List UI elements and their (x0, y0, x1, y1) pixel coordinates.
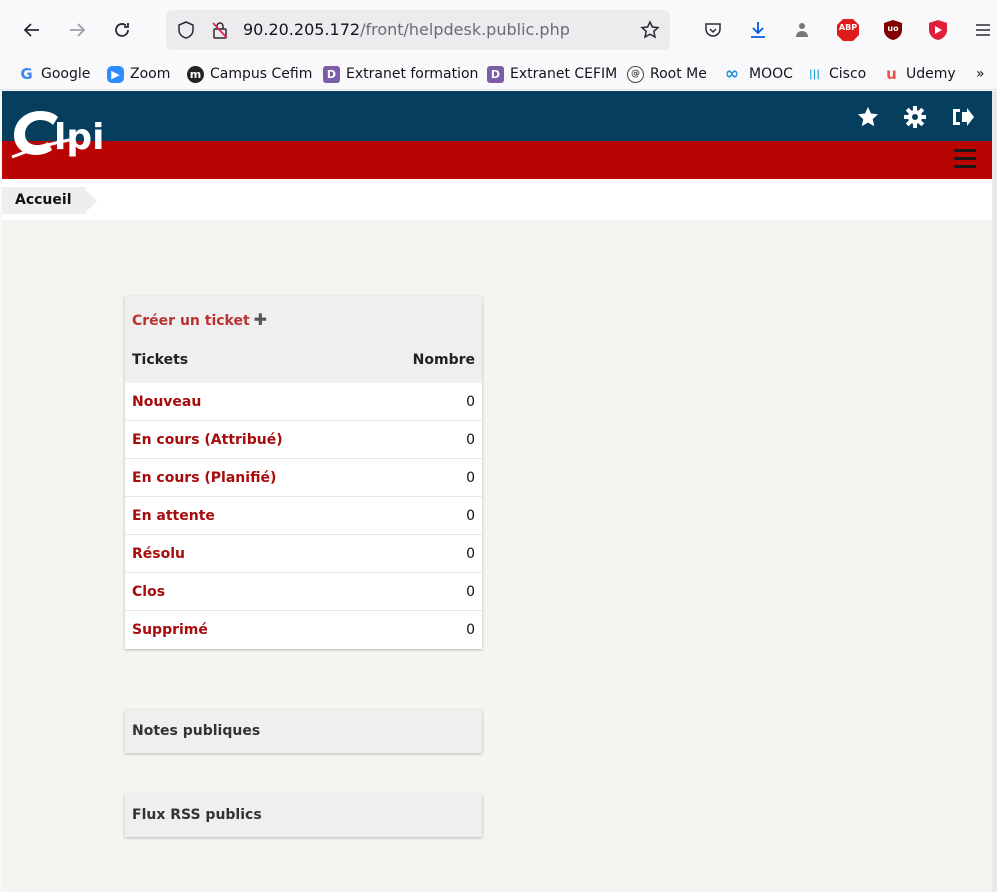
bookmark-campus-cefim[interactable]: m Campus Cefim (187, 63, 312, 85)
google-icon: G (20, 65, 33, 83)
moodle-icon: m (187, 65, 204, 83)
table-row: Nouveau 0 (125, 383, 482, 421)
logout-icon[interactable] (948, 103, 976, 131)
table-row: Clos 0 (125, 573, 482, 611)
bookmark-cisco[interactable]: ||| Cisco (806, 63, 866, 85)
insecure-lock-icon[interactable] (210, 20, 230, 40)
hamburger-menu-icon[interactable] (954, 149, 976, 169)
breadcrumb-home[interactable]: Accueil (2, 187, 86, 214)
bookmark-extranet-formation[interactable]: D Extranet formation (323, 63, 478, 85)
url-path: /front/helpdesk.public.php (360, 20, 570, 39)
bookmark-extranet-cefim[interactable]: D Extranet CEFIM (487, 63, 617, 85)
glpi-logo[interactable]: lpi (10, 103, 125, 167)
address-bar[interactable]: 90.20.205.172/front/helpdesk.public.php (166, 10, 670, 50)
tickets-panel: Créer un ticket ✚ Tickets Nombre Nouveau 0… (125, 296, 482, 649)
url-host: 90.20.205.172 (243, 20, 361, 39)
settings-gear-icon[interactable] (901, 103, 929, 131)
favorites-star-icon[interactable] (854, 103, 882, 131)
ublock-icon[interactable]: uo (880, 17, 906, 43)
bookmark-mooc[interactable]: ∞ MOOC (721, 63, 793, 85)
adblock-plus-icon[interactable]: ABP (835, 17, 861, 43)
bookmark-google[interactable]: G Google (18, 63, 90, 85)
bookmark-label: Google (41, 66, 91, 82)
bookmark-zoom[interactable]: ▶ Zoom (107, 63, 170, 85)
bookmark-label: Udemy (906, 66, 956, 82)
glpi-page: lpi Accueil Créer un ticket ✚ Tickets Nom… (2, 91, 992, 892)
ticket-count: 0 (466, 545, 475, 562)
bookmark-star-icon[interactable] (640, 20, 660, 40)
shield-icon[interactable] (176, 20, 196, 40)
back-arrow-icon (23, 23, 39, 37)
col-count: Nombre (412, 352, 475, 368)
public-rss-panel: Flux RSS publics (125, 794, 482, 837)
extranet-d-icon: D (323, 65, 340, 83)
create-ticket-label: Créer un ticket (132, 313, 250, 329)
header-menu-bar (2, 141, 992, 179)
bookmark-label: Extranet CEFIM (510, 66, 618, 82)
udemy-icon: u (886, 65, 897, 83)
cisco-icon: ||| (809, 68, 820, 80)
ticket-count: 0 (466, 622, 475, 638)
reload-icon (115, 23, 129, 37)
table-row: En cours (Attribué) 0 (125, 421, 482, 459)
browser-toolbar: 90.20.205.172/front/helpdesk.public.php … (0, 0, 997, 58)
back-button[interactable] (17, 15, 47, 45)
tickets-table-header: Tickets Nombre (125, 339, 482, 383)
infinity-icon: ∞ (724, 64, 740, 84)
create-ticket-link[interactable]: Créer un ticket ✚ (125, 296, 482, 339)
col-tickets: Tickets (132, 352, 189, 368)
bookmark-root-me[interactable]: @ Root Me (627, 63, 707, 85)
ticket-count: 0 (466, 393, 475, 410)
status-link-clos[interactable]: Clos (132, 584, 165, 600)
ublock-label: uo (887, 24, 899, 33)
bookmark-label: Zoom (130, 66, 171, 82)
ticket-count: 0 (466, 469, 475, 486)
page-scrollbar[interactable] (992, 91, 997, 892)
video-shield-icon[interactable] (925, 17, 951, 43)
bookmark-label: MOOC (749, 66, 793, 82)
table-row: En attente 0 (125, 497, 482, 535)
extranet-d-icon: D (487, 65, 504, 83)
public-notes-panel: Notes publiques (125, 710, 482, 753)
forward-button[interactable] (62, 15, 92, 45)
svg-text:lpi: lpi (54, 117, 104, 158)
bookmark-label: Cisco (829, 66, 867, 82)
public-rss-title[interactable]: Flux RSS publics (125, 794, 482, 837)
status-link-en-cours-attribue[interactable]: En cours (Attribué) (132, 432, 283, 448)
status-link-supprime[interactable]: Supprimé (132, 622, 208, 638)
abp-label: ABP (838, 23, 858, 32)
ticket-count: 0 (466, 431, 475, 448)
pocket-icon[interactable] (700, 17, 726, 43)
table-row: En cours (Planifié) 0 (125, 459, 482, 497)
download-icon[interactable] (745, 17, 771, 43)
bookmark-label: Extranet formation (346, 66, 479, 82)
bookmarks-overflow-icon[interactable]: » (976, 63, 985, 85)
table-row: Résolu 0 (125, 535, 482, 573)
status-link-en-attente[interactable]: En attente (132, 508, 215, 524)
zoom-icon: ▶ (107, 65, 124, 83)
public-notes-title[interactable]: Notes publiques (125, 710, 482, 753)
bookmark-label: Campus Cefim (210, 66, 313, 82)
ticket-count: 0 (466, 583, 475, 600)
breadcrumb: Accueil (2, 179, 992, 220)
app-menu-icon[interactable] (970, 17, 996, 43)
status-link-en-cours-planifie[interactable]: En cours (Planifié) (132, 470, 276, 486)
status-link-nouveau[interactable]: Nouveau (132, 394, 201, 410)
header-top-bar (2, 91, 992, 141)
plus-icon: ✚ (253, 310, 268, 329)
url-text: 90.20.205.172/front/helpdesk.public.php (243, 20, 570, 39)
extension-spy-icon[interactable] (789, 17, 815, 43)
reload-button[interactable] (107, 15, 137, 45)
forward-arrow-icon (70, 23, 86, 37)
root-me-icon: @ (627, 65, 644, 83)
bookmark-udemy[interactable]: u Udemy (883, 63, 956, 85)
bookmarks-toolbar: G Google ▶ Zoom m Campus Cefim D Extranet fo… (0, 58, 997, 90)
bookmark-label: Root Me (650, 66, 707, 82)
status-link-resolu[interactable]: Résolu (132, 546, 185, 562)
ticket-count: 0 (466, 507, 475, 524)
breadcrumb-arrow (83, 187, 97, 215)
table-row: Supprimé 0 (125, 611, 482, 649)
